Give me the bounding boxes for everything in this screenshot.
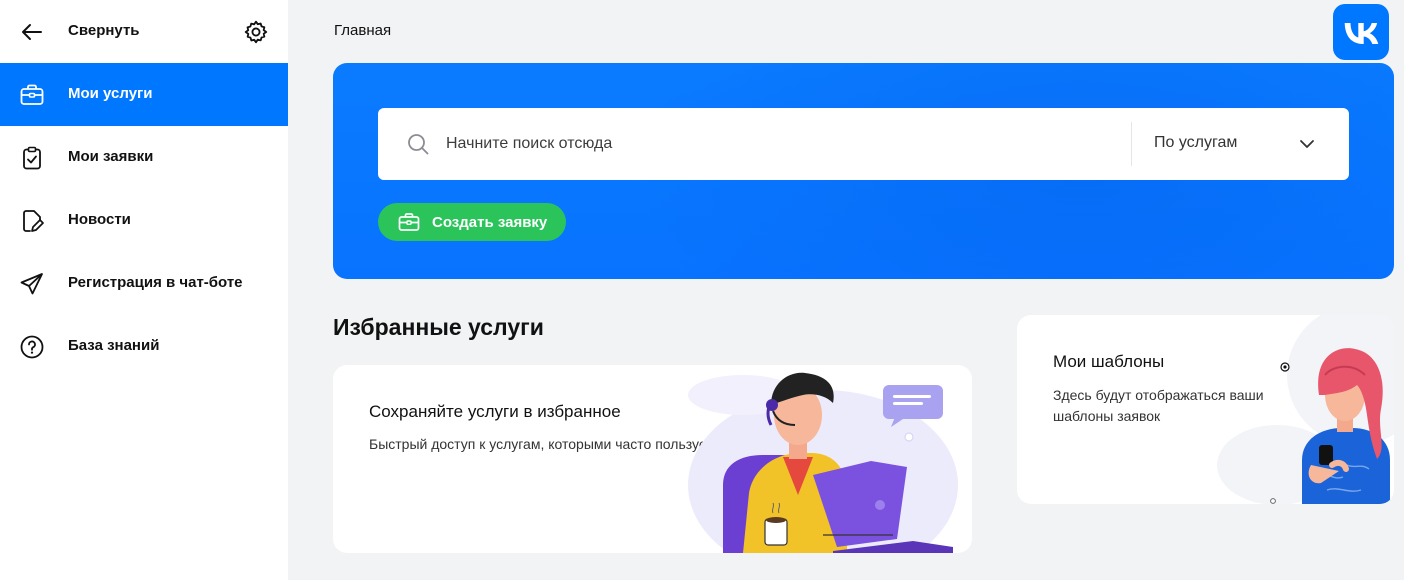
create-request-label: Создать заявку — [432, 214, 548, 231]
search-banner: По услугам Создать заявку — [333, 63, 1394, 279]
breadcrumb[interactable]: Главная — [334, 22, 391, 39]
support-operator-illustration — [688, 372, 958, 553]
vk-logo[interactable] — [1333, 4, 1389, 60]
sidebar-item-label: Мои услуги — [68, 85, 153, 102]
sidebar-item-my-services[interactable]: Мои услуги — [0, 63, 288, 126]
sidebar: Свернуть Мои услуги Мои заявки Новости Р… — [0, 0, 288, 580]
vk-logo-icon — [1344, 23, 1379, 44]
sidebar-item-chatbot-registration[interactable]: Регистрация в чат-боте — [0, 252, 288, 315]
search-scope-select[interactable]: По услугам — [1132, 108, 1349, 180]
paper-plane-icon — [20, 273, 43, 295]
question-circle-icon — [20, 335, 44, 359]
search-box: По услугам — [378, 108, 1349, 180]
sidebar-item-label: База знаний — [68, 337, 160, 354]
sidebar-item-knowledge-base[interactable]: База знаний — [0, 315, 288, 378]
templates-card-heading: Мои шаблоны — [1053, 352, 1165, 371]
favorites-card-text: Быстрый доступ к услугам, которыми часто… — [369, 436, 735, 452]
collapse-sidebar-button[interactable]: Свернуть — [68, 22, 140, 39]
favorites-title: Избранные услуги — [333, 314, 544, 340]
sidebar-item-label: Новости — [68, 211, 131, 228]
search-scope-value: По услугам — [1154, 134, 1238, 151]
briefcase-icon — [20, 84, 44, 105]
search-input[interactable] — [446, 108, 1126, 180]
favorites-card: Сохраняйте услуги в избранное Быстрый до… — [333, 365, 972, 553]
templates-card: Мои шаблоны Здесь будут отображаться ваш… — [1017, 315, 1394, 504]
woman-with-phone-illustration — [1217, 315, 1394, 504]
search-icon — [408, 134, 429, 155]
favorites-card-heading: Сохраняйте услуги в избранное — [369, 402, 621, 421]
briefcase-icon — [398, 213, 420, 231]
document-edit-icon — [23, 210, 44, 232]
chevron-down-icon — [1300, 140, 1314, 148]
sidebar-item-my-requests[interactable]: Мои заявки — [0, 126, 288, 189]
sidebar-collapse-row: Свернуть — [0, 0, 288, 63]
clipboard-check-icon — [23, 146, 41, 170]
create-request-button[interactable]: Создать заявку — [378, 203, 566, 241]
sidebar-item-label: Мои заявки — [68, 148, 154, 165]
sidebar-item-news[interactable]: Новости — [0, 189, 288, 252]
arrow-left-icon[interactable] — [20, 20, 44, 44]
sidebar-item-label: Регистрация в чат-боте — [68, 274, 243, 291]
gear-icon[interactable] — [243, 19, 269, 45]
